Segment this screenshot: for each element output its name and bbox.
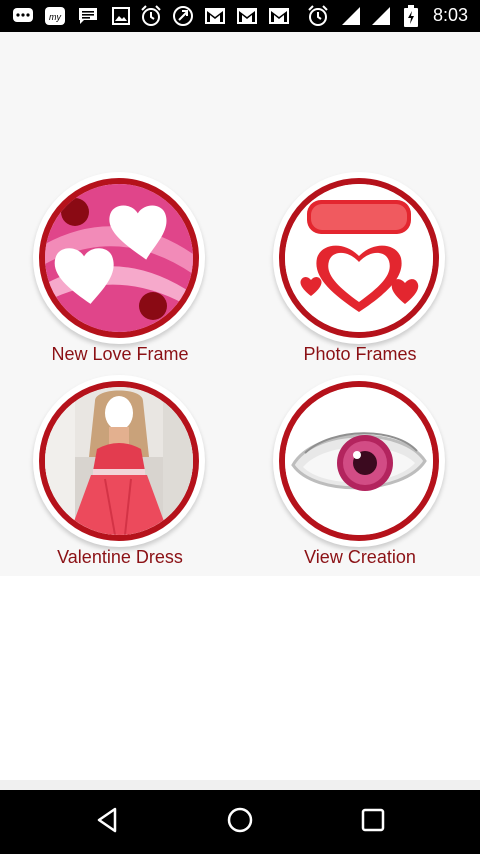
menu-label: View Creation <box>304 547 416 567</box>
menu-label: New Love Frame <box>51 344 189 364</box>
status-bar: my 8:03 <box>0 0 480 32</box>
recents-icon <box>361 808 385 837</box>
menu-button-view-creation[interactable] <box>273 375 445 547</box>
empty-area <box>0 576 480 780</box>
menu-item-valentine-dress[interactable]: Valentine Dress <box>0 375 240 575</box>
my-app-icon: my <box>44 6 66 26</box>
sync-icon <box>172 6 194 26</box>
gmail-icon <box>236 6 258 26</box>
back-button[interactable] <box>87 804 127 840</box>
dress-photo-icon <box>39 381 199 541</box>
signal-icon <box>340 6 362 26</box>
back-icon <box>95 807 119 838</box>
svg-text:my: my <box>49 12 61 22</box>
menu-item-photo-frames[interactable]: Photo Frames <box>240 172 480 372</box>
love-heart-icon <box>279 178 439 338</box>
home-button[interactable] <box>220 804 260 840</box>
menu-button-photo-frames[interactable] <box>273 172 445 344</box>
menu-label: Valentine Dress <box>57 547 183 567</box>
signal-icon <box>370 6 392 26</box>
home-icon <box>226 806 254 839</box>
navigation-bar <box>0 790 480 854</box>
menu-button-new-love-frame[interactable] <box>33 172 205 344</box>
menu-item-new-love-frame[interactable]: New Love Frame <box>0 172 240 372</box>
menu-item-view-creation[interactable]: View Creation <box>240 375 480 575</box>
gmail-icon <box>268 6 290 26</box>
gmail-icon <box>204 6 226 26</box>
alarm-icon <box>140 5 162 26</box>
image-icon <box>110 6 132 26</box>
menu-label: Photo Frames <box>303 344 417 364</box>
chat-bubble-icon <box>12 6 34 26</box>
clock-time: 8:03 <box>432 5 468 25</box>
alarm-icon <box>307 5 329 26</box>
message-icon <box>77 6 99 26</box>
divider <box>0 780 480 790</box>
recents-button[interactable] <box>353 804 393 840</box>
menu-button-valentine-dress[interactable] <box>33 375 205 547</box>
hearts-frame-icon <box>39 178 199 338</box>
main-menu-area: New Love Frame Photo Frames Valentine Dr… <box>0 32 480 576</box>
eye-icon <box>279 381 439 541</box>
battery-charging-icon <box>400 5 422 27</box>
